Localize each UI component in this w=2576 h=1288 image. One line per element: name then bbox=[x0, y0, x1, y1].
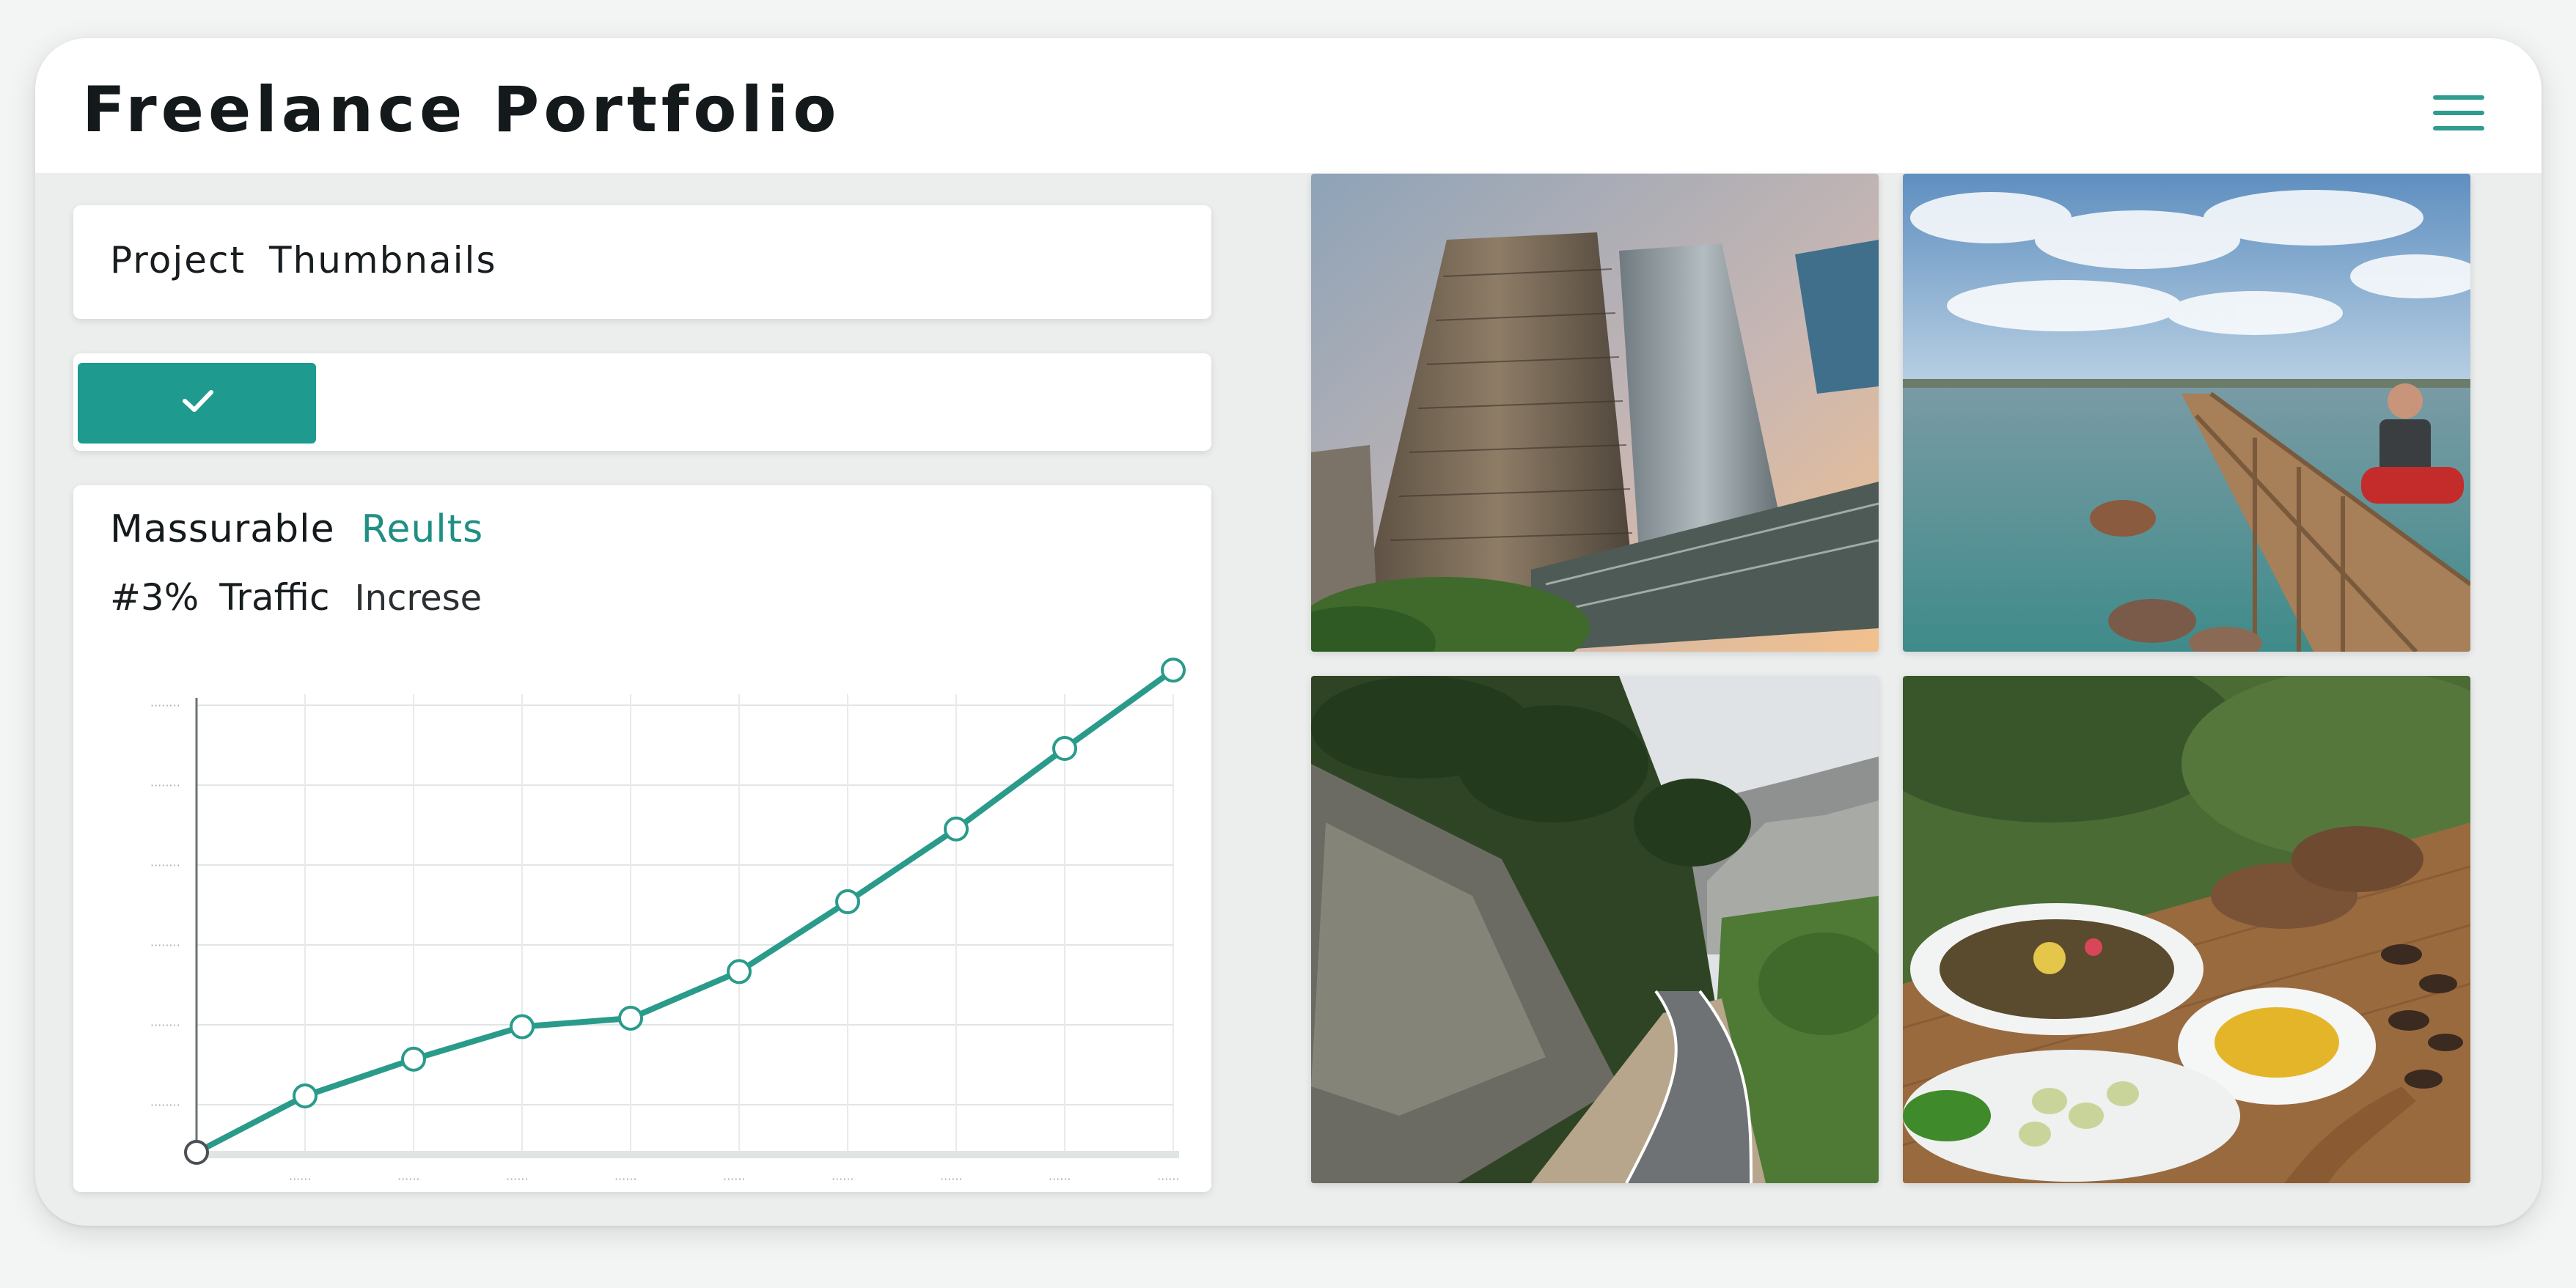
x-tick-label: ······ bbox=[1049, 1172, 1071, 1186]
traffic-series-line bbox=[194, 667, 1176, 1155]
app-header: Freelance Portfolio bbox=[35, 38, 2542, 173]
skyscraper-image bbox=[1311, 174, 1879, 652]
y-tick-label: ········ bbox=[150, 1018, 180, 1032]
x-tick-label: ······ bbox=[289, 1172, 312, 1186]
thumbnail-food-platter[interactable] bbox=[1903, 676, 2470, 1183]
food-platter-image bbox=[1903, 676, 2470, 1183]
traffic-line-chart: ········································… bbox=[150, 658, 1186, 1186]
x-tick-label: ······ bbox=[723, 1172, 746, 1186]
hamburger-menu-icon[interactable] bbox=[2433, 95, 2484, 130]
x-tick-label: ······ bbox=[832, 1172, 854, 1186]
y-tick-label: ········ bbox=[150, 938, 180, 952]
data-point bbox=[944, 816, 969, 842]
data-point bbox=[727, 959, 752, 985]
x-tick-label: ······ bbox=[1157, 1172, 1180, 1186]
results-panel: Massurable Reults #3% Traffic Increse ·····… bbox=[73, 485, 1211, 1192]
x-tick-label: ······ bbox=[614, 1172, 637, 1186]
section-title: Project Thumbnails bbox=[110, 239, 497, 281]
data-point bbox=[401, 1046, 426, 1072]
data-point bbox=[510, 1014, 535, 1039]
y-tick-label: ········ bbox=[150, 699, 180, 713]
x-axis bbox=[197, 1151, 1179, 1158]
data-point bbox=[1052, 736, 1077, 762]
x-tick-label: ······ bbox=[506, 1172, 529, 1186]
app-title: Freelance Portfolio bbox=[82, 73, 841, 147]
thumbnail-mountain-road[interactable] bbox=[1311, 676, 1879, 1183]
x-tick-label: ······ bbox=[940, 1172, 963, 1186]
lake-pier-image bbox=[1903, 174, 2470, 652]
data-point bbox=[293, 1083, 318, 1108]
section-title-panel: Project Thumbnails bbox=[73, 205, 1211, 319]
y-tick-label: ········ bbox=[150, 858, 180, 872]
filter-bar bbox=[73, 353, 1211, 451]
data-point bbox=[835, 889, 860, 915]
data-point bbox=[1161, 658, 1186, 683]
confirm-button[interactable] bbox=[78, 363, 316, 444]
y-tick-label: ········ bbox=[150, 1098, 180, 1112]
x-tick-label: ······ bbox=[397, 1172, 420, 1186]
mountain-road-image bbox=[1311, 676, 1879, 1183]
data-point bbox=[184, 1140, 209, 1165]
thumbnail-skyscraper[interactable] bbox=[1311, 174, 1879, 652]
checkmark-icon bbox=[183, 390, 213, 412]
data-point bbox=[618, 1005, 643, 1031]
y-tick-label: ········ bbox=[150, 779, 180, 792]
thumbnail-lake-pier[interactable] bbox=[1903, 174, 2470, 652]
